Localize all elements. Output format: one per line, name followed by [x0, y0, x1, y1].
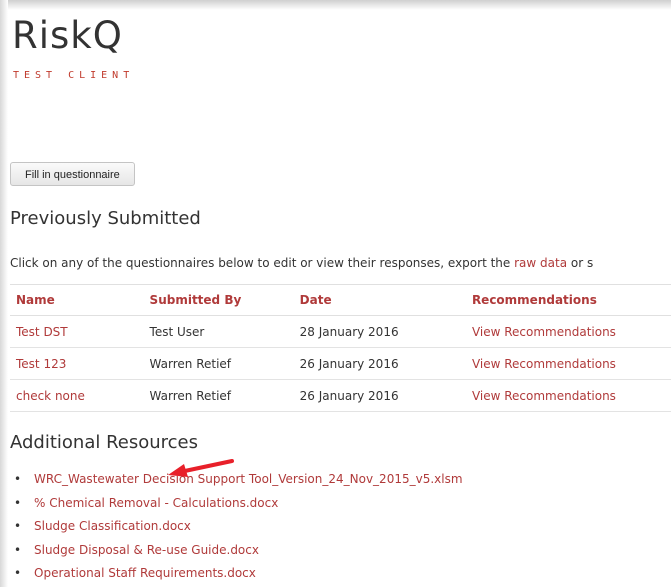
- list-item: • Operational Staff Requirements.docx: [14, 562, 463, 586]
- submissions-table: Name Submitted By Date Recommendations T…: [10, 284, 671, 412]
- list-item: • % Chemical Removal - Calculations.docx: [14, 492, 463, 516]
- top-shadow: [0, 0, 671, 10]
- questionnaire-name-link[interactable]: Test DST: [10, 315, 144, 348]
- table-row: check none Warren Retief 26 January 2016…: [10, 379, 671, 412]
- column-header-name[interactable]: Name: [10, 284, 144, 316]
- list-item: • WRC_Wastewater Decision Support Tool_Ve…: [14, 468, 463, 492]
- questionnaire-name-link[interactable]: check none: [10, 379, 144, 412]
- submitted-by-cell: Warren Retief: [143, 347, 294, 380]
- bullet-icon: •: [14, 542, 22, 557]
- red-arrow-icon: [168, 459, 234, 477]
- additional-resources-heading: Additional Resources: [10, 432, 199, 453]
- bullet-icon: •: [14, 566, 22, 580]
- column-header-submitted-by[interactable]: Submitted By: [143, 284, 294, 316]
- table-row: Test 123 Warren Retief 26 January 2016 V…: [10, 347, 671, 380]
- previously-submitted-heading: Previously Submitted: [10, 208, 201, 229]
- table-header-row: Name Submitted By Date Recommendations: [10, 284, 671, 316]
- date-cell: 28 January 2016: [293, 315, 466, 348]
- bullet-icon: •: [14, 495, 22, 510]
- bullet-icon: •: [14, 519, 22, 533]
- resource-link[interactable]: % Chemical Removal - Calculations.docx: [34, 496, 278, 510]
- view-recommendations-link[interactable]: View Recommendations: [465, 347, 671, 380]
- date-cell: 26 January 2016: [293, 347, 466, 380]
- table-row: Test DST Test User 28 January 2016 View …: [10, 315, 671, 348]
- bullet-icon: •: [14, 472, 22, 486]
- left-shadow: [0, 0, 8, 587]
- raw-data-link[interactable]: raw data: [514, 256, 567, 270]
- column-header-date[interactable]: Date: [293, 284, 466, 316]
- column-header-recommendations: Recommendations: [465, 284, 671, 316]
- view-recommendations-link[interactable]: View Recommendations: [465, 315, 671, 348]
- submitted-by-cell: Test User: [143, 315, 294, 348]
- intro-suffix: or s: [567, 256, 594, 270]
- questionnaire-name-link[interactable]: Test 123: [10, 347, 144, 380]
- resource-link[interactable]: Sludge Disposal & Re-use Guide.docx: [34, 543, 259, 557]
- resource-link[interactable]: WRC_Wastewater Decision Support Tool_Ver…: [34, 472, 463, 486]
- intro-prefix: Click on any of the questionnaires below…: [10, 256, 515, 270]
- fill-questionnaire-button[interactable]: Fill in questionnaire: [10, 162, 135, 186]
- app-logo: RiskQ: [12, 14, 123, 57]
- resource-link[interactable]: Sludge Classification.docx: [34, 519, 191, 533]
- list-item: • Sludge Disposal & Re-use Guide.docx: [14, 539, 463, 563]
- view-recommendations-link[interactable]: View Recommendations: [465, 379, 671, 412]
- resources-list: • WRC_Wastewater Decision Support Tool_Ve…: [14, 468, 463, 586]
- list-item: • Sludge Classification.docx: [14, 515, 463, 539]
- date-cell: 26 January 2016: [293, 379, 466, 412]
- submitted-by-cell: Warren Retief: [143, 379, 294, 412]
- client-name: TEST CLIENT: [13, 70, 135, 81]
- intro-text: Click on any of the questionnaires below…: [10, 256, 593, 270]
- resource-link[interactable]: Operational Staff Requirements.docx: [34, 566, 256, 580]
